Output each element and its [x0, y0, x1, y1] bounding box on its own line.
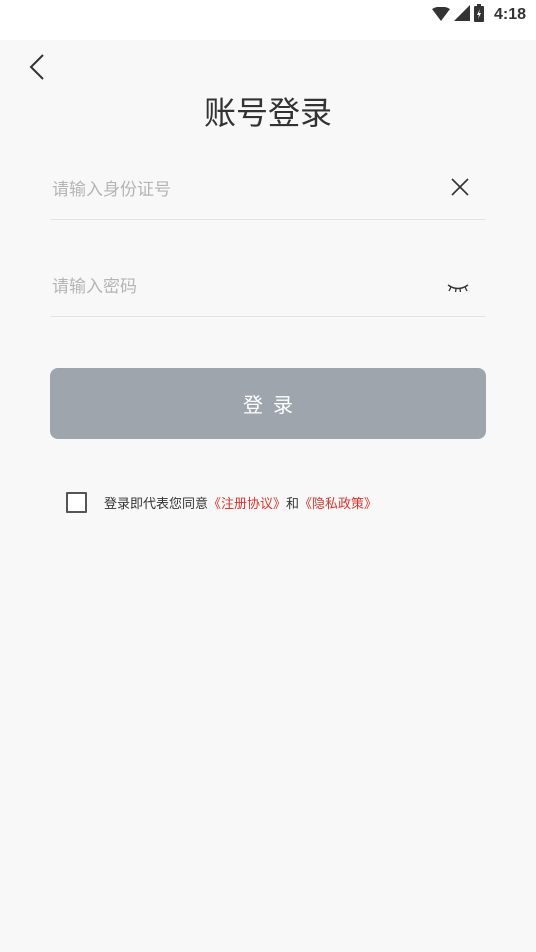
back-button[interactable]: [22, 52, 52, 86]
agreement-checkbox[interactable]: [66, 491, 87, 513]
close-icon: [451, 178, 469, 200]
status-time: 4:18: [493, 6, 526, 23]
status-icons: 4:18: [431, 4, 526, 26]
privacy-policy-link[interactable]: 《隐私政策》: [299, 493, 377, 512]
chevron-left-icon: [29, 53, 45, 85]
id-number-input[interactable]: [50, 169, 434, 211]
terms-link[interactable]: 《注册协议》: [208, 493, 286, 512]
agreement-row: 登录即代表您同意 《注册协议》 和 《隐私政策》: [66, 491, 377, 513]
toggle-password-visibility-button[interactable]: [444, 276, 472, 300]
password-field: [50, 260, 486, 317]
wifi-icon: [431, 6, 450, 25]
eye-closed-icon: [446, 279, 470, 298]
login-page: 账号登录 登录: [0, 40, 536, 952]
password-input[interactable]: [50, 266, 434, 308]
agreement-conjunction: 和: [286, 496, 300, 512]
status-bar: 4:18: [0, 0, 536, 40]
clear-button[interactable]: [448, 177, 472, 201]
login-button[interactable]: 登录: [50, 368, 486, 439]
battery-charging-icon: [473, 4, 484, 26]
agreement-text: 登录即代表您同意: [104, 496, 209, 512]
cellular-signal-icon: [453, 5, 470, 25]
page-title: 账号登录: [203, 94, 332, 132]
id-number-field: [50, 163, 486, 220]
